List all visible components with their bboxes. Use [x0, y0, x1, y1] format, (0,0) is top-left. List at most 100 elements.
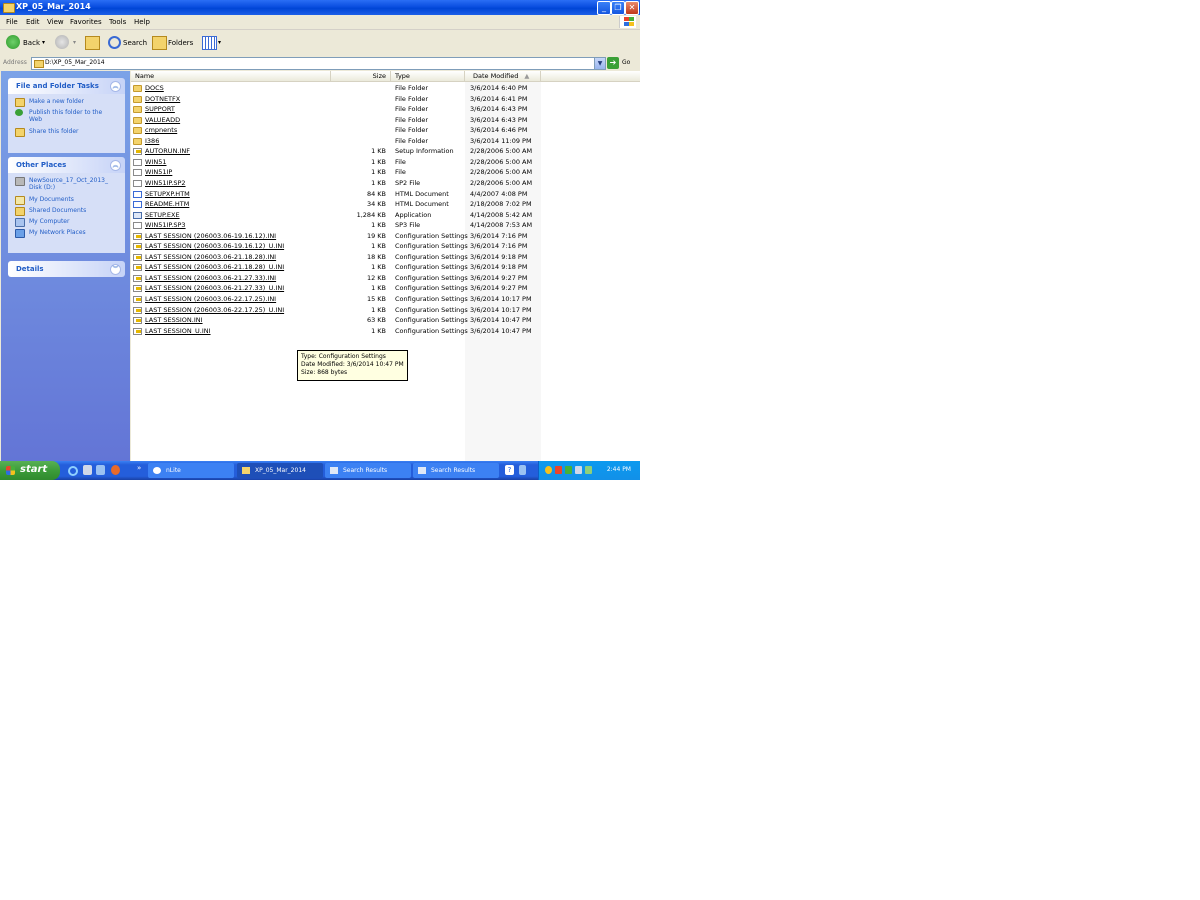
file-name[interactable]: LAST SESSION (206003.06-21.27.33).INI: [145, 273, 276, 283]
chevron-down-icon[interactable]: ▼: [594, 58, 605, 69]
file-name[interactable]: WIN51IP.SP3: [145, 220, 186, 230]
file-row[interactable]: DOTNETFX File Folder 3/6/2014 6:41 PM: [131, 94, 551, 105]
collapse-chevron-icon[interactable]: ︽: [110, 160, 121, 171]
file-name[interactable]: WIN51: [145, 157, 166, 167]
file-name[interactable]: LAST SESSION (206003.06-19.16.12)_U.INI: [145, 241, 284, 251]
file-name[interactable]: SETUPXP.HTM: [145, 189, 190, 199]
panel-header[interactable]: File and Folder Tasks ︽: [8, 78, 125, 94]
file-row[interactable]: WIN51IP.SP3 1 KB SP3 File 4/14/2008 7:53 AM: [131, 220, 551, 231]
start-button[interactable]: start: [0, 461, 60, 480]
file-name[interactable]: LAST SESSION (206003.06-21.18.28).INI: [145, 252, 276, 262]
file-name[interactable]: cmpnents: [145, 125, 177, 135]
file-name[interactable]: AUTORUN.INF: [145, 146, 190, 156]
title-bar[interactable]: XP_05_Mar_2014 _ ❐ ✕: [0, 0, 640, 15]
file-row[interactable]: WIN51IP.SP2 1 KB SP2 File 2/28/2006 5:00 AM: [131, 178, 551, 189]
task-publish-web[interactable]: Publish this folder to the Web: [15, 108, 125, 127]
task-make-new-folder[interactable]: Make a new folder: [15, 97, 125, 108]
views-icon[interactable]: [202, 36, 217, 50]
close-button[interactable]: ✕: [625, 1, 639, 15]
menu-view[interactable]: View: [47, 18, 64, 26]
up-folder-icon[interactable]: [85, 36, 100, 50]
security-shield-icon[interactable]: [545, 466, 552, 474]
file-name[interactable]: LAST SESSION (206003.06-19.16.12).INI: [145, 231, 276, 241]
volume-icon[interactable]: [575, 466, 582, 474]
file-name[interactable]: SUPPORT: [145, 104, 175, 114]
file-row[interactable]: LAST SESSION (206003.06-19.16.12).INI 19 …: [131, 231, 551, 242]
file-row[interactable]: WIN51IP 1 KB File 2/28/2006 5:00 AM: [131, 167, 551, 178]
file-row[interactable]: SETUP.EXE 1,284 KB Application 4/14/2008 5:…: [131, 210, 551, 221]
menu-tools[interactable]: Tools: [109, 18, 126, 26]
file-name[interactable]: VALUEADD: [145, 115, 180, 125]
menu-help[interactable]: Help: [134, 18, 150, 26]
file-name[interactable]: I386: [145, 136, 159, 146]
taskbar-item-explorer[interactable]: XP_05_Mar_2014: [237, 463, 323, 478]
tray-app-icon[interactable]: [565, 466, 572, 474]
file-name[interactable]: DOTNETFX: [145, 94, 180, 104]
quicklaunch-icon[interactable]: [83, 465, 92, 475]
maximize-button[interactable]: ❐: [611, 1, 625, 15]
file-row[interactable]: LAST SESSION_U.INI 1 KB Configuration Sett…: [131, 326, 551, 337]
file-name[interactable]: README.HTM: [145, 199, 189, 209]
file-row[interactable]: LAST SESSION (206003.06-19.16.12)_U.INI 1…: [131, 241, 551, 252]
file-row[interactable]: DOCS File Folder 3/6/2014 6:40 PM: [131, 83, 551, 94]
back-arrow-icon[interactable]: [6, 35, 20, 49]
place-shared-documents[interactable]: Shared Documents: [15, 206, 125, 217]
file-row[interactable]: LAST SESSION.INI 63 KB Configuration Setti…: [131, 315, 551, 326]
search-button[interactable]: Search: [123, 35, 147, 51]
file-row[interactable]: VALUEADD File Folder 3/6/2014 6:43 PM: [131, 115, 551, 126]
forward-dropdown-icon[interactable]: ▾: [73, 35, 76, 51]
network-tray-icon[interactable]: [585, 466, 592, 474]
file-row[interactable]: I386 File Folder 3/6/2014 11:09 PM: [131, 136, 551, 147]
forward-arrow-icon[interactable]: [55, 35, 69, 49]
file-name[interactable]: LAST SESSION (206003.06-22.17.25).INI: [145, 294, 276, 304]
file-row[interactable]: WIN51 1 KB File 2/28/2006 5:00 AM: [131, 157, 551, 168]
help-icon[interactable]: ?: [505, 465, 514, 475]
tray-app-icon[interactable]: [555, 466, 562, 474]
file-name[interactable]: WIN51IP: [145, 167, 172, 177]
file-name[interactable]: LAST SESSION (206003.06-22.17.25)_U.INI: [145, 305, 284, 315]
taskbar-item-search-2[interactable]: Search Results: [413, 463, 499, 478]
folders-button[interactable]: Folders: [168, 35, 193, 51]
file-name[interactable]: DOCS: [145, 83, 164, 93]
language-icon[interactable]: [519, 465, 526, 475]
file-row[interactable]: LAST SESSION (206003.06-22.17.25)_U.INI 1…: [131, 305, 551, 316]
panel-header[interactable]: Other Places ︽: [8, 157, 125, 173]
clock[interactable]: 2:44 PM: [607, 466, 631, 473]
minimize-button[interactable]: _: [597, 1, 611, 15]
views-dropdown-icon[interactable]: ▾: [218, 35, 221, 51]
go-button[interactable]: Go: [622, 59, 630, 66]
file-row[interactable]: LAST SESSION (206003.06-21.18.28)_U.INI 1…: [131, 262, 551, 273]
place-disk-d[interactable]: NewSource_17_Oct_2013_ Disk (D:): [15, 176, 125, 195]
file-row[interactable]: SUPPORT File Folder 3/6/2014 6:43 PM: [131, 104, 551, 115]
column-header-name[interactable]: Name: [131, 71, 331, 82]
file-list[interactable]: Name Size Type Date Modified ▲ DOCS File F…: [131, 71, 640, 461]
file-row[interactable]: LAST SESSION (206003.06-21.27.33)_U.INI 1…: [131, 283, 551, 294]
file-row[interactable]: LAST SESSION (206003.06-21.18.28).INI 18 …: [131, 252, 551, 263]
menu-favorites[interactable]: Favorites: [70, 18, 102, 26]
file-row[interactable]: LAST SESSION (206003.06-21.27.33).INI 12 …: [131, 273, 551, 284]
firefox-icon[interactable]: [111, 465, 120, 475]
collapse-chevron-icon[interactable]: ︽: [110, 81, 121, 92]
task-share-folder[interactable]: Share this folder: [15, 127, 125, 138]
menu-file[interactable]: File: [6, 18, 18, 26]
search-icon[interactable]: [108, 36, 121, 49]
file-name[interactable]: WIN51IP.SP2: [145, 178, 186, 188]
column-header-type[interactable]: Type: [391, 71, 465, 82]
file-name[interactable]: LAST SESSION (206003.06-21.27.33)_U.INI: [145, 283, 284, 293]
column-header-date[interactable]: Date Modified ▲: [465, 71, 541, 82]
place-my-computer[interactable]: My Computer: [15, 217, 125, 228]
quicklaunch-chevron-icon[interactable]: »: [137, 464, 141, 472]
file-row[interactable]: LAST SESSION (206003.06-22.17.25).INI 15 …: [131, 294, 551, 305]
go-arrow-icon[interactable]: ➔: [607, 57, 619, 69]
ie-icon[interactable]: [68, 466, 78, 476]
back-button[interactable]: Back: [23, 35, 40, 51]
expand-chevron-icon[interactable]: ︾: [110, 264, 121, 275]
folders-icon[interactable]: [152, 36, 167, 50]
taskbar-item-search-1[interactable]: Search Results: [325, 463, 411, 478]
taskbar-item-nlite[interactable]: nLite: [148, 463, 234, 478]
column-header-size[interactable]: Size: [331, 71, 391, 82]
file-row[interactable]: AUTORUN.INF 1 KB Setup Information 2/28/200…: [131, 146, 551, 157]
show-desktop-icon[interactable]: [96, 465, 105, 475]
menu-edit[interactable]: Edit: [26, 18, 40, 26]
back-dropdown-icon[interactable]: ▾: [42, 35, 45, 51]
